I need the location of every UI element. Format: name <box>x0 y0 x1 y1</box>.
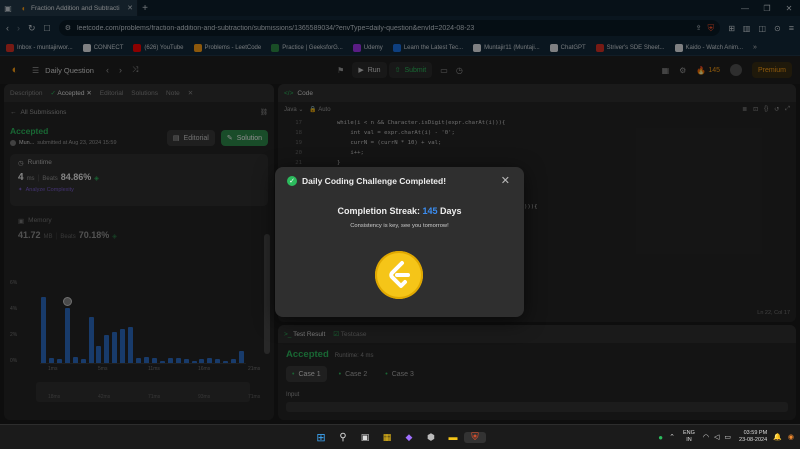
brave-taskbar-icon[interactable]: ⛨ <box>464 431 486 443</box>
language-indicator[interactable]: ENG IN <box>683 430 695 444</box>
task-view-icon[interactable]: ▣ <box>354 432 376 443</box>
windows-taskbar: ⊞ ⚲ ▣ ▦ ◆ ⬢ ▬ ⛨ ● ⌃ ENG IN ◠ ◁ ▭ 03:59 P… <box>0 424 800 449</box>
file-explorer-icon[interactable]: ▬ <box>442 432 464 442</box>
modal-title: Daily Coding Challenge Completed! <box>302 176 447 186</box>
app-gray-icon[interactable]: ⬢ <box>420 432 442 443</box>
tray-up-icon[interactable]: ⌃ <box>669 433 675 441</box>
start-icon[interactable]: ⊞ <box>310 431 332 444</box>
clock[interactable]: 03:59 PM 23-08-2024 <box>739 430 767 444</box>
battery-icon[interactable]: ▭ <box>724 433 731 441</box>
streak-number: 145 <box>422 206 438 216</box>
success-check-icon: ✓ <box>287 176 297 186</box>
modal-close-icon[interactable]: ✕ <box>501 174 510 187</box>
notification-icon[interactable]: 🔔 <box>773 433 782 441</box>
volume-icon[interactable]: ◁ <box>714 433 719 441</box>
wifi-icon[interactable]: ◠ <box>703 433 709 441</box>
modal-message: Consistency is key, see you tomorrow! <box>350 223 449 229</box>
streak-label: Completion Streak: <box>337 206 420 216</box>
streak-unit: Days <box>440 206 462 216</box>
lang-secondary: IN <box>686 437 692 443</box>
lang-primary: ENG <box>682 430 695 436</box>
app-purple-icon[interactable]: ◆ <box>398 432 420 443</box>
widgets-icon[interactable]: ▦ <box>376 432 398 443</box>
color-app-icon[interactable]: ◉ <box>788 433 794 441</box>
status-indicator-icon[interactable]: ● <box>658 433 663 442</box>
challenge-complete-modal: ✓ Daily Coding Challenge Completed! ✕ Co… <box>275 167 524 317</box>
clock-time: 03:59 PM <box>743 430 768 436</box>
clock-date: 23-08-2024 <box>739 437 768 443</box>
search-icon[interactable]: ⚲ <box>332 432 354 443</box>
leetcode-badge-icon <box>375 251 423 299</box>
